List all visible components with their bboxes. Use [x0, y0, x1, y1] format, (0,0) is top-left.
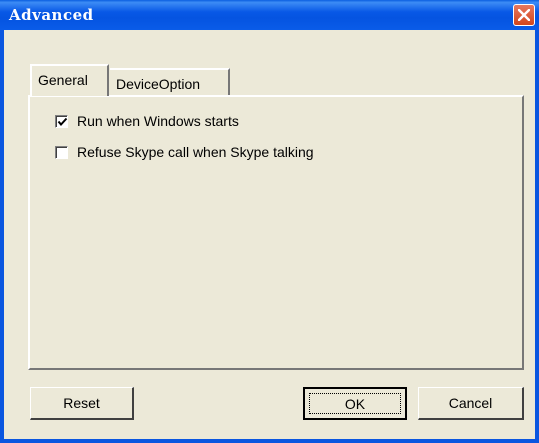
checkmark-icon: [57, 117, 68, 126]
title-bar[interactable]: Advanced: [0, 0, 539, 30]
focus-rectangle: [309, 393, 401, 414]
reset-button[interactable]: Reset: [30, 387, 134, 420]
tab-deviceoption[interactable]: DeviceOption: [110, 68, 230, 96]
refuse-skype-call-option[interactable]: Refuse Skype call when Skype talking: [55, 144, 314, 160]
cancel-button-label: Cancel: [448, 395, 493, 411]
reset-button-label: Reset: [63, 395, 100, 411]
close-button[interactable]: [513, 4, 535, 26]
close-icon: [518, 9, 530, 21]
window-frame-bottom: [0, 439, 539, 443]
run-on-startup-label: Run when Windows starts: [77, 113, 239, 129]
refuse-skype-call-checkbox[interactable]: [55, 145, 68, 159]
refuse-skype-call-label: Refuse Skype call when Skype talking: [77, 144, 314, 160]
general-tab-panel: [28, 95, 524, 370]
ok-button[interactable]: OK: [303, 387, 407, 420]
run-on-startup-checkbox[interactable]: [55, 114, 68, 128]
run-on-startup-option[interactable]: Run when Windows starts: [55, 113, 239, 129]
advanced-dialog: Advanced General DeviceOption Run when W…: [0, 0, 539, 443]
tab-general[interactable]: General: [30, 64, 109, 96]
window-frame-right: [535, 30, 539, 443]
window-title: Advanced: [9, 6, 94, 24]
tab-deviceoption-label: DeviceOption: [116, 76, 201, 92]
tab-general-label: General: [38, 72, 88, 88]
window-frame-left: [0, 30, 4, 443]
cancel-button[interactable]: Cancel: [418, 387, 524, 420]
